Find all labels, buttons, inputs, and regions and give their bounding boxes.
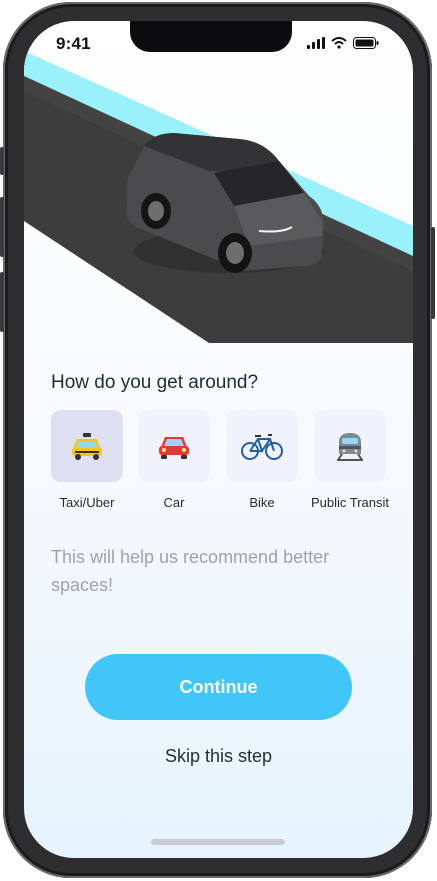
- option-transit-box[interactable]: [314, 410, 386, 482]
- wifi-icon: [331, 37, 347, 49]
- volume-down-button: [0, 272, 4, 332]
- option-car-box[interactable]: [138, 410, 210, 482]
- notch: [130, 21, 292, 52]
- battery-icon: [353, 37, 379, 49]
- option-car[interactable]: Car: [138, 410, 210, 510]
- power-button: [431, 227, 435, 319]
- option-bike-box[interactable]: [226, 410, 298, 482]
- cellular-signal-icon: [307, 37, 325, 49]
- option-public-transit[interactable]: Public Transit: [311, 410, 389, 510]
- option-bike[interactable]: Bike: [226, 410, 298, 510]
- helper-text: This will help us recommend better space…: [51, 547, 330, 595]
- home-indicator: [151, 839, 285, 845]
- status-icons: [307, 37, 379, 49]
- mute-switch: [0, 147, 4, 175]
- train-icon: [337, 433, 363, 461]
- app-screen: 9:41 How do you get around? Taxi/Uber Ca…: [24, 21, 413, 858]
- option-taxi-box[interactable]: [51, 410, 123, 482]
- car-on-road-illustration: [24, 51, 413, 343]
- car-icon: [159, 437, 189, 459]
- status-time: 9:41: [56, 34, 91, 53]
- bike-icon: [241, 434, 283, 460]
- question-heading: How do you get around?: [51, 372, 259, 393]
- taxi-icon: [72, 433, 102, 460]
- volume-up-button: [0, 197, 4, 257]
- option-label: Public Transit: [310, 495, 390, 510]
- transport-options: Taxi/Uber Car Bike Public Transit: [51, 410, 396, 520]
- continue-button[interactable]: Continue: [85, 654, 352, 720]
- option-taxi[interactable]: Taxi/Uber: [51, 410, 123, 510]
- skip-link[interactable]: Skip this step: [24, 746, 413, 767]
